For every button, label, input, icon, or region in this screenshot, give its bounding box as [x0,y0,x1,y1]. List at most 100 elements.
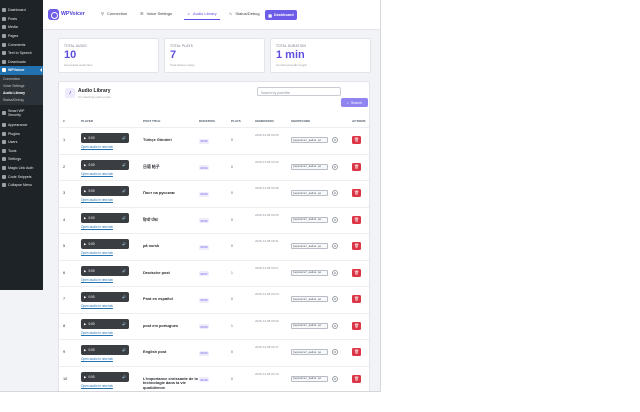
open-audio-link[interactable]: Open audio in new tab [81,251,113,255]
menu-settings[interactable]: Settings [0,155,43,164]
open-audio-link[interactable]: Open audio in new tab [81,145,113,149]
open-audio-link[interactable]: Open audio in new tab [81,304,113,308]
menu-downloads[interactable]: Downloads [0,58,43,67]
audio-player[interactable]: ▶ 0:00 🔊 [81,318,129,329]
copy-icon[interactable]: ⧉ [332,375,338,382]
delete-button[interactable]: 🗑 [352,268,361,277]
delete-button[interactable]: 🗑 [352,215,361,224]
menu-users[interactable]: Users [0,138,43,147]
menu-dashboard[interactable]: Dashboard [0,6,43,15]
copy-icon[interactable]: ⧉ [332,349,338,355]
copy-icon[interactable]: ⧉ [332,137,338,143]
play-icon[interactable]: ▶ [84,163,86,167]
volume-icon[interactable]: 🔊 [122,163,126,167]
copy-icon[interactable]: ⧉ [332,216,338,223]
menu-text-to-speech[interactable]: Text to Speech [0,49,43,58]
menu-magic-link-auth[interactable]: Magic Link Auth [0,164,43,173]
copy-icon[interactable]: ⧉ [332,243,338,249]
dashboard-button[interactable]: ▦ Dashboard [265,10,297,20]
audio-player[interactable]: ▶ 0:00 🔊 [81,265,129,276]
shortcode-field[interactable]: [wpvoicer_audio po [291,322,328,329]
volume-icon[interactable]: 🔊 [122,136,126,140]
shortcode-field[interactable]: [wpvoicer_audio po [291,137,328,143]
open-audio-link[interactable]: Open audio in new tab [81,384,113,388]
copy-icon[interactable]: ⧉ [332,322,338,329]
open-audio-link[interactable]: Open audio in new tab [81,198,113,202]
delete-button[interactable]: 🗑 [352,189,361,197]
menu-tools[interactable]: Tools [0,147,43,156]
audio-player[interactable]: ▶ 0:00 🔊 [81,345,129,355]
copy-icon[interactable]: ⧉ [332,296,338,302]
menu-code-snippets[interactable]: Code Snippets [0,172,43,181]
menu-plugins[interactable]: Plugins [0,129,43,138]
delete-button[interactable]: 🗑 [352,295,361,303]
audio-player[interactable]: ▶ 0:00 🔊 [81,239,129,249]
audio-player[interactable]: ▶ 0:00 🔊 [81,159,129,170]
play-icon[interactable]: ▶ [84,189,86,193]
voicer-icon [2,68,6,73]
volume-icon[interactable]: 🔊 [122,295,126,299]
tab-status-debug[interactable]: ∿ Status/Debug [229,11,260,16]
shortcode-field[interactable]: [wpvoicer_audio po [291,243,328,249]
menu-wpvoicer[interactable]: WPVoicer [0,66,43,75]
copy-icon[interactable]: ⧉ [332,163,338,170]
tab-voice-settings[interactable]: ☰ Voice Settings [140,11,172,16]
shortcode-field[interactable]: [wpvoicer_audio po [291,163,328,170]
shortcode-field[interactable]: [wpvoicer_audio po [291,296,328,302]
volume-icon[interactable]: 🔊 [122,216,126,220]
volume-icon[interactable]: 🔊 [122,348,126,352]
search-input[interactable]: Search by post title [257,87,341,96]
open-audio-link[interactable]: Open audio in new tab [81,225,113,229]
submenu-audio-library[interactable]: Audio Library [0,90,43,97]
volume-icon[interactable]: 🔊 [122,269,126,273]
audio-player[interactable]: ▶ 0:00 🔊 [81,371,129,382]
menu-collapse[interactable]: Collapse Menu [0,181,43,190]
volume-icon[interactable]: 🔊 [122,189,126,193]
delete-button[interactable]: 🗑 [352,321,361,330]
tab-audio-library[interactable]: ♫ Audio Library [184,11,220,20]
shortcode-field[interactable]: [wpvoicer_audio po [291,375,328,382]
delete-button[interactable]: 🗑 [352,162,361,171]
delete-button[interactable]: 🗑 [352,242,361,250]
audio-player[interactable]: ▶ 0:00 🔊 [81,133,129,143]
play-icon[interactable]: ▶ [84,295,86,299]
volume-icon[interactable]: 🔊 [122,375,126,379]
copy-icon[interactable]: ⧉ [332,190,338,196]
menu-media[interactable]: Media [0,23,43,32]
play-icon[interactable]: ▶ [84,269,86,273]
menu-appearance[interactable]: Appearance [0,121,43,130]
play-icon[interactable]: ▶ [84,348,86,352]
play-icon[interactable]: ▶ [84,216,86,220]
shortcode-field[interactable]: [wpvoicer_audio po [291,269,328,276]
open-audio-link[interactable]: Open audio in new tab [81,331,113,335]
row-number: 5 [63,244,66,248]
menu-posts[interactable]: Posts [0,15,43,24]
open-audio-link[interactable]: Open audio in new tab [81,172,113,176]
submenu-connection[interactable]: Connection [0,76,43,83]
submenu-voice-settings[interactable]: Voice Settings [0,83,43,90]
audio-player[interactable]: ▶ 0:00 🔊 [81,186,129,196]
copy-icon[interactable]: ⧉ [332,269,338,276]
audio-player[interactable]: ▶ 0:00 🔊 [81,292,129,302]
menu-comments[interactable]: Comments [0,40,43,49]
open-audio-link[interactable]: Open audio in new tab [81,278,113,282]
play-icon[interactable]: ▶ [84,375,86,379]
shortcode-field[interactable]: [wpvoicer_audio po [291,216,328,223]
volume-icon[interactable]: 🔊 [122,242,126,246]
search-button[interactable]: ⌕ Search [341,98,368,107]
tab-connection[interactable]: ⚲ Connection [101,11,127,16]
menu-smart-wp-security[interactable]: Smart WP Security [0,108,43,119]
volume-icon[interactable]: 🔊 [122,322,126,326]
menu-pages[interactable]: Pages [0,32,43,41]
delete-button[interactable]: 🗑 [352,374,361,383]
shortcode-field[interactable]: [wpvoicer_audio po [291,349,328,355]
delete-button[interactable]: 🗑 [352,136,361,144]
play-icon[interactable]: ▶ [84,136,86,140]
open-audio-link[interactable]: Open audio in new tab [81,357,113,361]
delete-button[interactable]: 🗑 [352,348,361,356]
audio-player[interactable]: ▶ 0:00 🔊 [81,212,129,223]
shortcode-field[interactable]: [wpvoicer_audio po [291,190,328,196]
play-icon[interactable]: ▶ [84,322,86,326]
play-icon[interactable]: ▶ [84,242,86,246]
submenu-status-debug[interactable]: Status/Debug [0,97,43,104]
